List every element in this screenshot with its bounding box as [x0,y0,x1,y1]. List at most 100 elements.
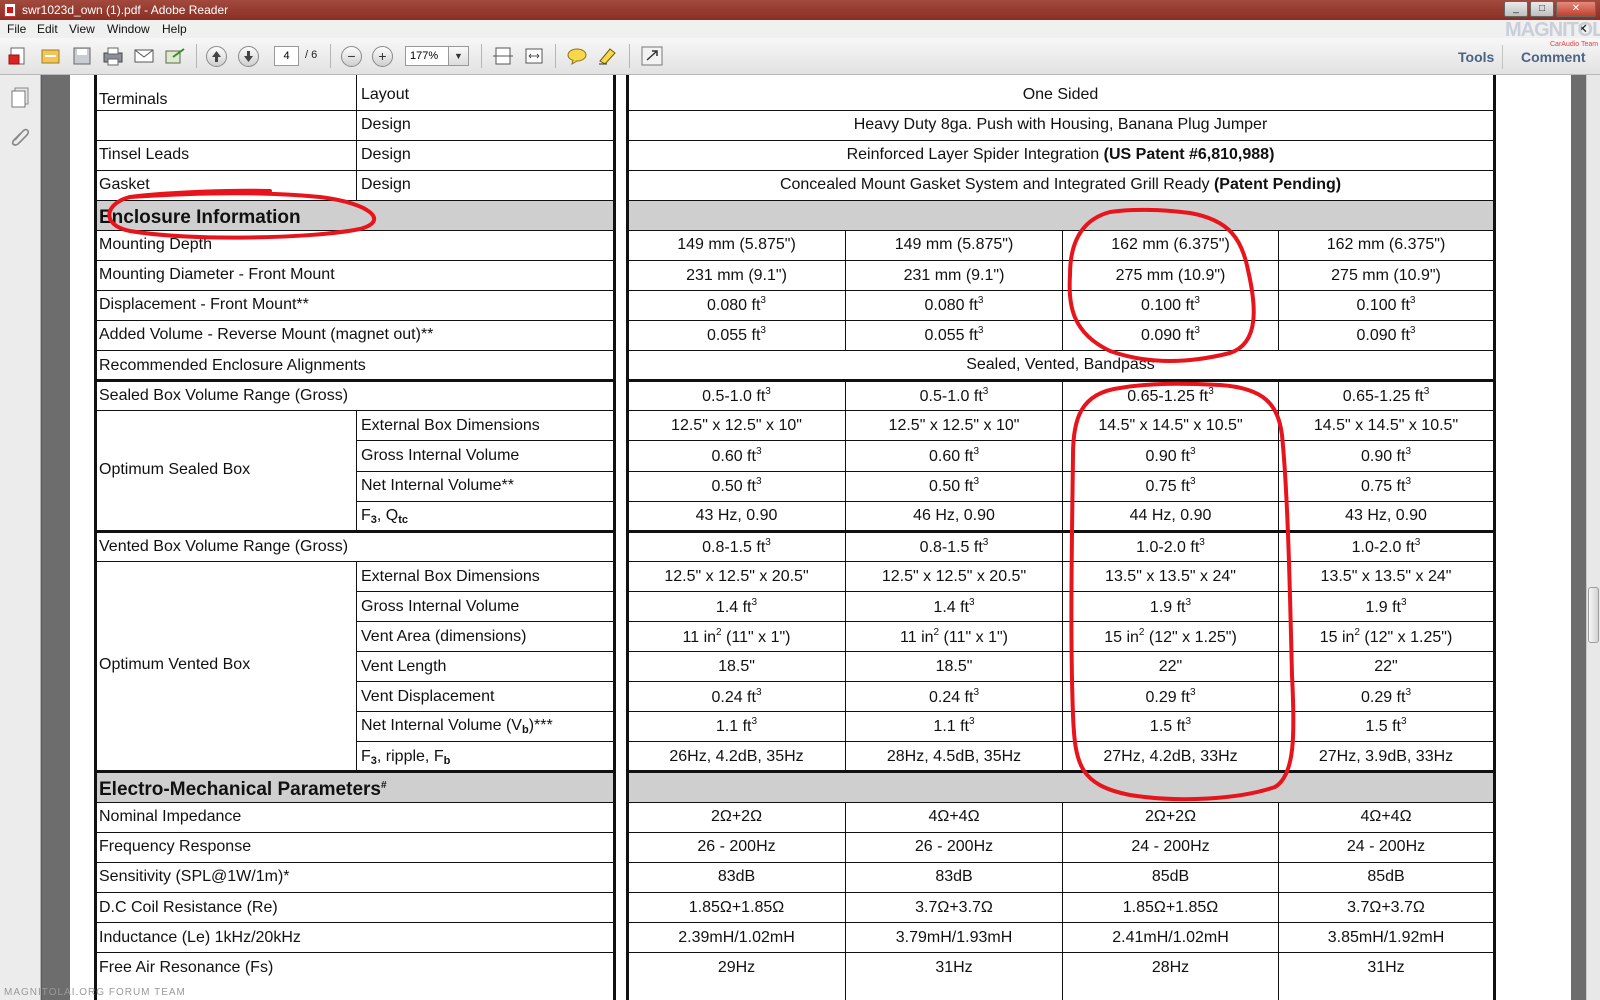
vent-area-label: Vent Area (dimensions) [361,628,527,645]
terminals-design-label: Design [361,116,411,133]
gasket-design-label: Design [361,176,411,193]
highlight-icon[interactable] [597,46,619,66]
table-cell: 4Ω+4Ω [1360,808,1412,825]
share-icon[interactable] [164,46,186,66]
table-cell: 162 mm (6.375") [1326,236,1446,253]
table-cell: 2.39mH/1.02mH [678,929,795,946]
table-cell: 29Hz [717,959,756,976]
table-cell: 28Hz, 4.5dB, 35Hz [886,748,1022,765]
vented-gross-volume-label: Gross Internal Volume [361,598,520,615]
frequency-response-label: Frequency Response [99,838,252,855]
alignments-value: Sealed, Vented, Bandpass [966,356,1155,373]
fit-page-icon[interactable] [492,46,514,66]
maximize-button[interactable]: □ [1530,1,1554,17]
table-cell: 18.5" [935,658,973,675]
table-cell: 44 Hz, 0.90 [1129,507,1212,524]
table-cell: 1.1 ft3 [933,716,975,736]
table-cell: 0.75 ft3 [1360,476,1412,496]
menu-edit[interactable]: Edit [37,22,58,36]
zoom-dropdown-button[interactable]: ▼ [449,46,469,66]
close-window-button[interactable]: ✕ [1556,1,1596,17]
table-cell: 231 mm (9.1") [686,267,787,284]
terminals-layout-value: One Sided [1022,86,1099,103]
menu-view[interactable]: View [69,22,95,36]
email-icon[interactable] [133,46,155,66]
navigation-pane [0,75,41,1000]
create-pdf-icon[interactable] [8,46,30,66]
table-cell: 28Hz [1151,959,1190,976]
table-cell: 0.8-1.5 ft3 [702,537,771,557]
tinsel-label: Tinsel Leads [99,146,190,163]
fit-width-icon[interactable] [523,46,545,66]
bottom-watermark: MAGNITOLAI.ORG FORUM TEAM [4,987,186,998]
table-cell: 0.50 ft3 [711,476,762,496]
vented-net-volume-label: Net Internal Volume (Vb)*** [361,717,553,736]
comment-button[interactable]: Comment [1521,49,1586,65]
scrollbar-thumb[interactable] [1588,587,1599,643]
table-cell: 12.5" x 12.5" x 20.5" [881,568,1027,585]
electro-header-band-right [628,772,1495,802]
table-cell: 162 mm (6.375") [1111,236,1230,253]
gasket-label: Gasket [99,176,150,193]
table-cell: 1.85Ω+1.85Ω [1122,899,1219,916]
table-cell: 14.5" x 14.5" x 10.5" [1098,417,1243,434]
attachments-icon[interactable] [9,125,31,147]
table-cell: 3.85mH/1.92mH [1327,929,1445,946]
table-cell: 0.65-1.25 ft3 [1342,386,1430,406]
table-cell: 15 in2 (12" x 1.25") [1319,627,1453,647]
page-number-input[interactable]: 4 [274,46,299,66]
table-cell: 46 Hz, 0.90 [913,507,995,524]
vertical-scrollbar[interactable] [1586,75,1600,1000]
sealed-range-label: Sealed Box Volume Range (Gross) [99,387,349,404]
zoom-out-button[interactable]: − [341,46,362,67]
document-area: Terminals Layout One Sided Design Heavy … [42,75,1586,1000]
table-cell: 1.85Ω+1.85Ω [688,899,785,916]
pdf-page: Terminals Layout One Sided Design Heavy … [70,75,1571,1000]
arrow-down-icon [244,51,253,62]
table-cell: 0.29 ft3 [1145,687,1196,707]
page-thumbnails-icon[interactable] [10,87,30,109]
table-cell: 1.9 ft3 [1365,597,1407,617]
vented-f3-ripple-fb-label: F3, ripple, Fb [361,748,451,767]
table-cell: 1.5 ft3 [1149,716,1192,736]
table-cell: 26Hz, 4.2dB, 35Hz [669,748,804,765]
sealed-net-volume-label: Net Internal Volume** [361,477,514,494]
table-cell: 0.60 ft3 [711,446,762,466]
enclosure-header-band-right [628,200,1495,230]
toolbar-separator [629,44,630,68]
zoom-in-button[interactable]: + [372,46,393,67]
tinsel-value: Reinforced Layer Spider Integration (US … [846,146,1275,163]
previous-page-button[interactable] [206,46,227,67]
toolbar-separator [555,44,556,68]
table-cell: 0.090 ft3 [1141,325,1200,345]
nominal-impedance-label: Nominal Impedance [99,808,242,825]
table-cell: 275 mm (10.9") [1115,267,1226,284]
table-cell: 1.1 ft3 [715,716,758,736]
table-cell: 149 mm (5.875") [894,236,1014,253]
next-page-button[interactable] [238,46,259,67]
terminals-layout-label: Layout [361,86,410,103]
toolbar: 4 / 6 − + 177% ▼ Tools Comment [0,38,1600,75]
menu-file[interactable]: File [7,22,26,36]
save-icon[interactable] [71,46,93,66]
open-file-icon[interactable] [40,46,62,66]
zoom-level-input[interactable]: 177% [405,46,449,66]
table-cell: 1.0-2.0 ft3 [1351,537,1421,557]
table-cell: 27Hz, 3.9dB, 33Hz [1318,748,1454,765]
table-cell: 1.4 ft3 [933,597,975,617]
tools-button[interactable]: Tools [1458,49,1494,65]
menu-window[interactable]: Window [107,22,150,36]
menu-help[interactable]: Help [162,22,187,36]
sealed-gross-volume-label: Gross Internal Volume [361,447,520,464]
table-cell: 26 - 200Hz [697,838,776,855]
expand-icon[interactable] [641,46,663,66]
watermark-logo: MAGNITOLA [1505,19,1600,41]
table-cell: 0.090 ft3 [1356,325,1416,345]
print-icon[interactable] [102,46,124,66]
sticky-note-icon[interactable] [566,46,588,66]
table-cell: 0.080 ft3 [924,295,984,315]
minimize-button[interactable]: _ [1504,1,1528,17]
tinsel-design-label: Design [361,146,411,163]
table-cell: 12.5" x 12.5" x 10" [671,417,802,434]
window-title: swr1023d_own (1).pdf - Adobe Reader [22,3,229,17]
